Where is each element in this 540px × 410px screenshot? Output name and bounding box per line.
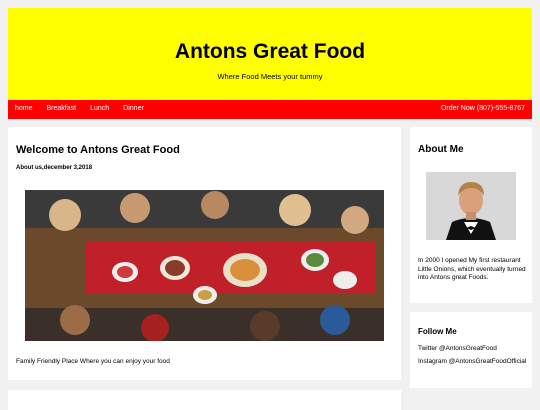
instagram-link[interactable]: Instagram @AntonsGreatFoodOfficial: [418, 358, 530, 367]
about-text: In 2000 I opened My first restaurant Lit…: [418, 257, 526, 281]
site-header: Antons Great Food Where Food Meets your …: [8, 8, 532, 100]
post-card: Welcome to Antons Great Food About us,de…: [8, 127, 401, 380]
about-heading: About Me: [418, 144, 464, 155]
about-card: About Me In 2000 I opened My first resta…: [410, 127, 532, 303]
follow-card: Follow Me Twitter @AntonsGreatFood Insta…: [410, 312, 532, 388]
post-text: Family Friendly Place Where you can enjo…: [16, 358, 170, 365]
nav-order-now[interactable]: Order Now (807)-555-8767: [441, 105, 525, 112]
nav-lunch[interactable]: Lunch: [90, 105, 109, 112]
chef-portrait: [426, 172, 516, 240]
twitter-link[interactable]: Twitter @AntonsGreatFood: [418, 345, 530, 354]
site-title: Antons Great Food: [174, 40, 366, 63]
post-meta: About us,december 3,2018: [16, 165, 93, 171]
post-card-2: [8, 390, 401, 410]
nav-breakfast[interactable]: Breakfast: [47, 105, 77, 112]
nav-dinner[interactable]: Dinner: [123, 105, 144, 112]
site-tagline: Where Food Meets your tummy: [217, 72, 323, 81]
follow-heading: Follow Me: [418, 327, 457, 336]
post-title: Welcome to Antons Great Food: [16, 144, 180, 156]
top-navbar: home Breakfast Lunch Dinner Order Now (8…: [8, 100, 532, 119]
nav-links: home Breakfast Lunch Dinner: [15, 105, 158, 112]
nav-home[interactable]: home: [15, 105, 33, 112]
dinner-table-photo: [25, 190, 384, 341]
